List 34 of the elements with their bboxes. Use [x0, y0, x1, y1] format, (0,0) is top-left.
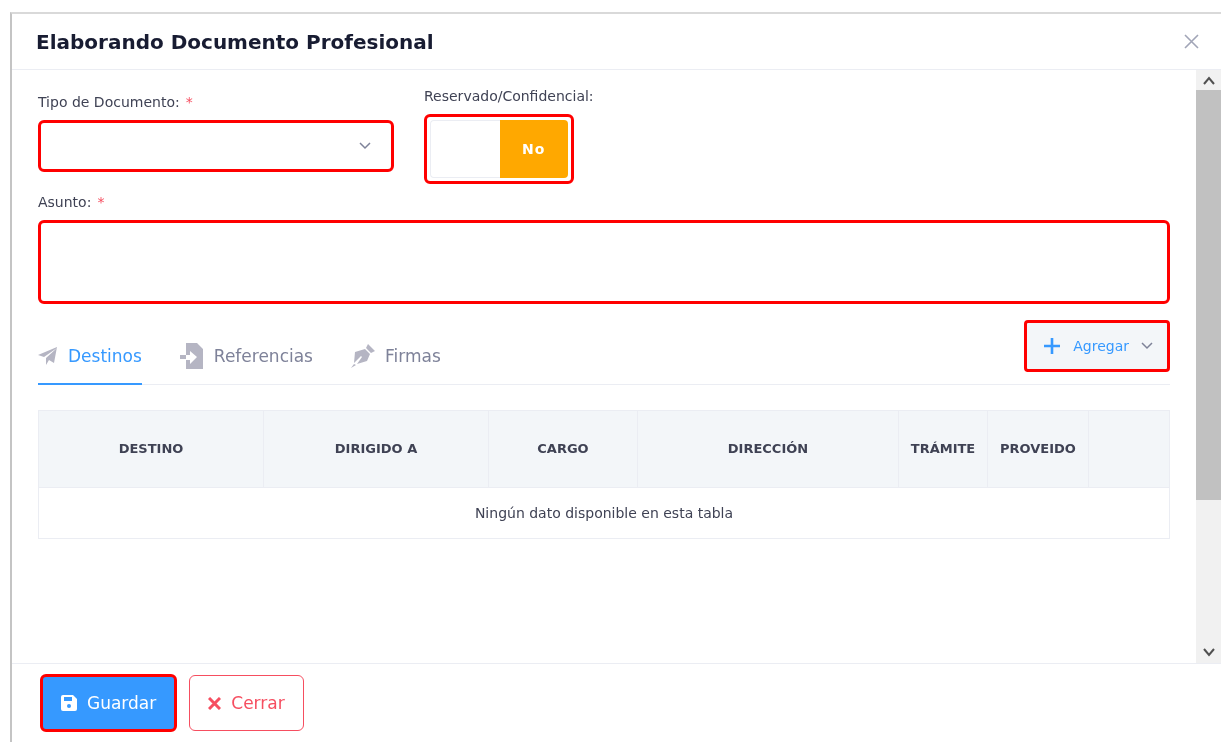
- close-icon[interactable]: [1184, 34, 1199, 49]
- column-header: DIRIGIDO A: [263, 410, 489, 488]
- field-label: Asunto:: [38, 194, 92, 210]
- add-dropdown-button[interactable]: Agregar: [1024, 320, 1170, 372]
- chevron-down-icon: [1141, 342, 1153, 350]
- save-button[interactable]: Guardar: [40, 674, 178, 732]
- plus-icon: [1043, 337, 1062, 355]
- column-header: TRÁMITE: [898, 410, 988, 488]
- column-header: DIRECCIÓN: [637, 410, 899, 488]
- scrollbar-thumb[interactable]: [1196, 90, 1221, 500]
- dialog-title: Elaborando Documento Profesional: [36, 29, 434, 54]
- close-icon: [208, 696, 222, 710]
- tab[interactable]: Destinos: [38, 333, 142, 385]
- empty-table-message: Ningún dato disponible en esta tabla: [38, 487, 1170, 539]
- save-icon: [61, 695, 77, 711]
- pen-icon: [351, 344, 375, 368]
- field-label: Reservado/Confidencial:: [424, 88, 594, 104]
- column-header: DESTINO: [38, 410, 264, 488]
- tab[interactable]: Referencias: [179, 333, 313, 385]
- paper-plane-icon: [38, 347, 58, 365]
- required-mark: *: [97, 194, 105, 210]
- document-type-select[interactable]: [38, 120, 394, 172]
- yes-no-toggle[interactable]: No: [424, 114, 574, 184]
- column-header: PROVEIDO: [987, 410, 1089, 488]
- scroll-down-icon[interactable]: [1202, 647, 1215, 657]
- field-label: Tipo de Documento:: [38, 94, 180, 110]
- tab[interactable]: Firmas: [351, 333, 441, 385]
- close-button[interactable]: Cerrar: [189, 675, 304, 731]
- chevron-down-icon: [359, 142, 371, 150]
- column-header: CARGO: [488, 410, 638, 488]
- scroll-up-icon[interactable]: [1202, 76, 1215, 86]
- file-arrow-icon: [179, 343, 204, 369]
- required-mark: *: [185, 94, 193, 110]
- subject-field[interactable]: [38, 220, 1170, 304]
